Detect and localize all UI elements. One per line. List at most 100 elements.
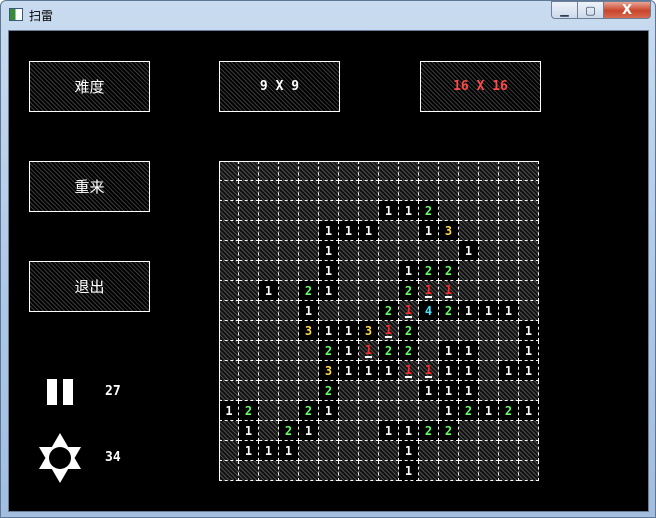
size-16x16-button[interactable]: 16 X 16 (420, 61, 541, 112)
number-cell[interactable]: 3 (319, 361, 339, 381)
closed-cell[interactable] (399, 381, 419, 401)
number-cell[interactable]: 1 (519, 341, 539, 361)
closed-cell[interactable] (479, 461, 499, 481)
number-cell[interactable]: 2 (419, 261, 439, 281)
closed-cell[interactable] (479, 441, 499, 461)
number-cell[interactable]: 2 (239, 401, 259, 421)
closed-cell[interactable] (359, 241, 379, 261)
closed-cell[interactable] (219, 361, 239, 381)
closed-cell[interactable] (319, 201, 339, 221)
closed-cell[interactable] (479, 381, 499, 401)
number-cell[interactable]: 3 (299, 321, 319, 341)
number-cell[interactable]: 1 (439, 361, 459, 381)
number-cell[interactable]: 1 (319, 321, 339, 341)
closed-cell[interactable] (339, 461, 359, 481)
closed-cell[interactable] (459, 261, 479, 281)
number-cell[interactable]: 2 (439, 261, 459, 281)
number-cell[interactable]: 1 (239, 441, 259, 461)
closed-cell[interactable] (419, 241, 439, 261)
closed-cell[interactable] (239, 341, 259, 361)
number-cell[interactable]: 1 (259, 281, 279, 301)
closed-cell[interactable] (419, 441, 439, 461)
closed-cell[interactable] (439, 201, 459, 221)
closed-cell[interactable] (359, 181, 379, 201)
number-cell[interactable]: 3 (359, 321, 379, 341)
number-cell[interactable]: 1 (339, 361, 359, 381)
closed-cell[interactable] (219, 421, 239, 441)
closed-cell[interactable] (499, 221, 519, 241)
closed-cell[interactable] (359, 441, 379, 461)
number-cell[interactable]: 1 (479, 401, 499, 421)
closed-cell[interactable] (359, 161, 379, 181)
closed-cell[interactable] (519, 261, 539, 281)
number-cell[interactable]: 2 (379, 301, 399, 321)
number-cell[interactable]: 1 (439, 341, 459, 361)
closed-cell[interactable] (439, 161, 459, 181)
closed-cell[interactable] (339, 261, 359, 281)
closed-cell[interactable] (459, 421, 479, 441)
closed-cell[interactable] (319, 301, 339, 321)
number-cell[interactable]: 1 (319, 261, 339, 281)
closed-cell[interactable] (279, 301, 299, 321)
closed-cell[interactable] (499, 261, 519, 281)
closed-cell[interactable] (459, 321, 479, 341)
closed-cell[interactable] (499, 421, 519, 441)
closed-cell[interactable] (319, 441, 339, 461)
closed-cell[interactable] (319, 421, 339, 441)
closed-cell[interactable] (399, 181, 419, 201)
closed-cell[interactable] (279, 461, 299, 481)
closed-cell[interactable] (459, 181, 479, 201)
closed-cell[interactable] (399, 241, 419, 261)
number-cell[interactable]: 2 (439, 421, 459, 441)
closed-cell[interactable] (259, 301, 279, 321)
closed-cell[interactable] (239, 181, 259, 201)
title-bar[interactable]: 扫雷 ▁ ▢ X (1, 1, 655, 29)
closed-cell[interactable] (399, 401, 419, 421)
closed-cell[interactable] (379, 181, 399, 201)
number-cell[interactable]: 2 (379, 341, 399, 361)
closed-cell[interactable] (479, 161, 499, 181)
closed-cell[interactable] (399, 221, 419, 241)
closed-cell[interactable] (519, 241, 539, 261)
closed-cell[interactable] (219, 301, 239, 321)
closed-cell[interactable] (379, 221, 399, 241)
number-cell[interactable]: 1 (519, 321, 539, 341)
closed-cell[interactable] (379, 261, 399, 281)
number-cell[interactable]: 1 (459, 301, 479, 321)
closed-cell[interactable] (419, 181, 439, 201)
closed-cell[interactable] (479, 181, 499, 201)
number-cell[interactable]: 1 (219, 401, 239, 421)
closed-cell[interactable] (279, 221, 299, 241)
number-cell[interactable]: 1 (339, 341, 359, 361)
number-cell[interactable]: 4 (419, 301, 439, 321)
closed-cell[interactable] (439, 241, 459, 261)
flag-icon[interactable]: 1 (379, 321, 399, 341)
number-cell[interactable]: 1 (379, 361, 399, 381)
closed-cell[interactable] (339, 181, 359, 201)
number-cell[interactable]: 1 (299, 421, 319, 441)
closed-cell[interactable] (239, 361, 259, 381)
closed-cell[interactable] (499, 461, 519, 481)
closed-cell[interactable] (499, 441, 519, 461)
closed-cell[interactable] (259, 181, 279, 201)
closed-cell[interactable] (239, 221, 259, 241)
closed-cell[interactable] (299, 161, 319, 181)
number-cell[interactable]: 2 (319, 341, 339, 361)
closed-cell[interactable] (499, 321, 519, 341)
closed-cell[interactable] (219, 161, 239, 181)
closed-cell[interactable] (499, 341, 519, 361)
number-cell[interactable]: 1 (419, 381, 439, 401)
number-cell[interactable]: 1 (499, 361, 519, 381)
closed-cell[interactable] (259, 321, 279, 341)
difficulty-button[interactable]: 难度 (29, 61, 150, 112)
number-cell[interactable]: 1 (399, 261, 419, 281)
closed-cell[interactable] (479, 361, 499, 381)
number-cell[interactable]: 2 (399, 341, 419, 361)
closed-cell[interactable] (339, 441, 359, 461)
number-cell[interactable]: 2 (499, 401, 519, 421)
number-cell[interactable]: 1 (439, 381, 459, 401)
closed-cell[interactable] (279, 241, 299, 261)
closed-cell[interactable] (279, 261, 299, 281)
closed-cell[interactable] (219, 441, 239, 461)
closed-cell[interactable] (479, 201, 499, 221)
